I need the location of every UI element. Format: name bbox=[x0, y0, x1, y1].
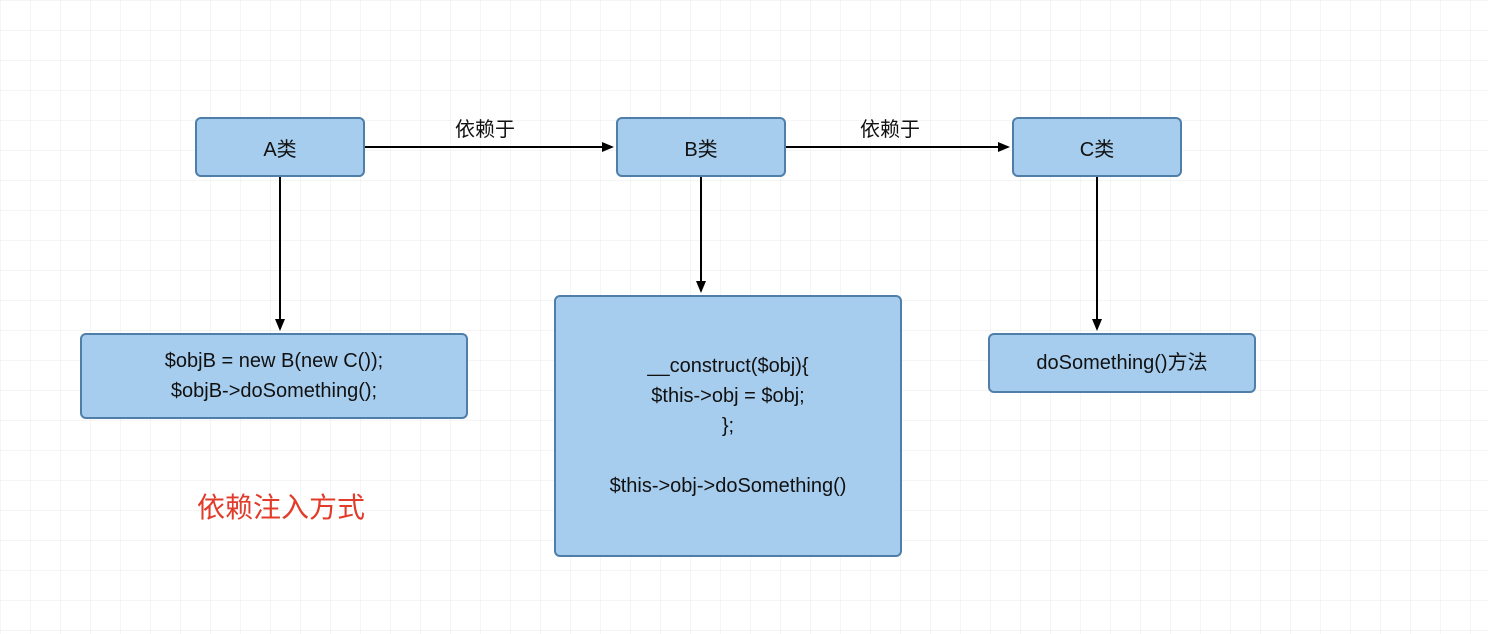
edge-label-b-c: 依赖于 bbox=[860, 113, 920, 142]
node-a-code: $objB = new B(new C()); $objB->doSomethi… bbox=[80, 333, 468, 419]
node-class-b: B类 bbox=[616, 117, 786, 177]
node-class-a-label: A类 bbox=[263, 133, 296, 162]
node-class-c: C类 bbox=[1012, 117, 1182, 177]
diagram-caption: 依赖注入方式 bbox=[197, 486, 365, 526]
node-class-c-label: C类 bbox=[1080, 133, 1114, 162]
node-class-b-label: B类 bbox=[684, 133, 717, 162]
node-class-a: A类 bbox=[195, 117, 365, 177]
node-a-code-text: $objB = new B(new C()); $objB->doSomethi… bbox=[165, 346, 383, 406]
node-b-code-text: __construct($obj){ $this->obj = $obj; };… bbox=[610, 351, 847, 501]
node-b-code: __construct($obj){ $this->obj = $obj; };… bbox=[554, 295, 902, 557]
node-c-code: doSomething()方法 bbox=[988, 333, 1256, 393]
edge-label-a-b: 依赖于 bbox=[455, 113, 515, 142]
node-c-code-text: doSomething()方法 bbox=[1036, 348, 1207, 378]
